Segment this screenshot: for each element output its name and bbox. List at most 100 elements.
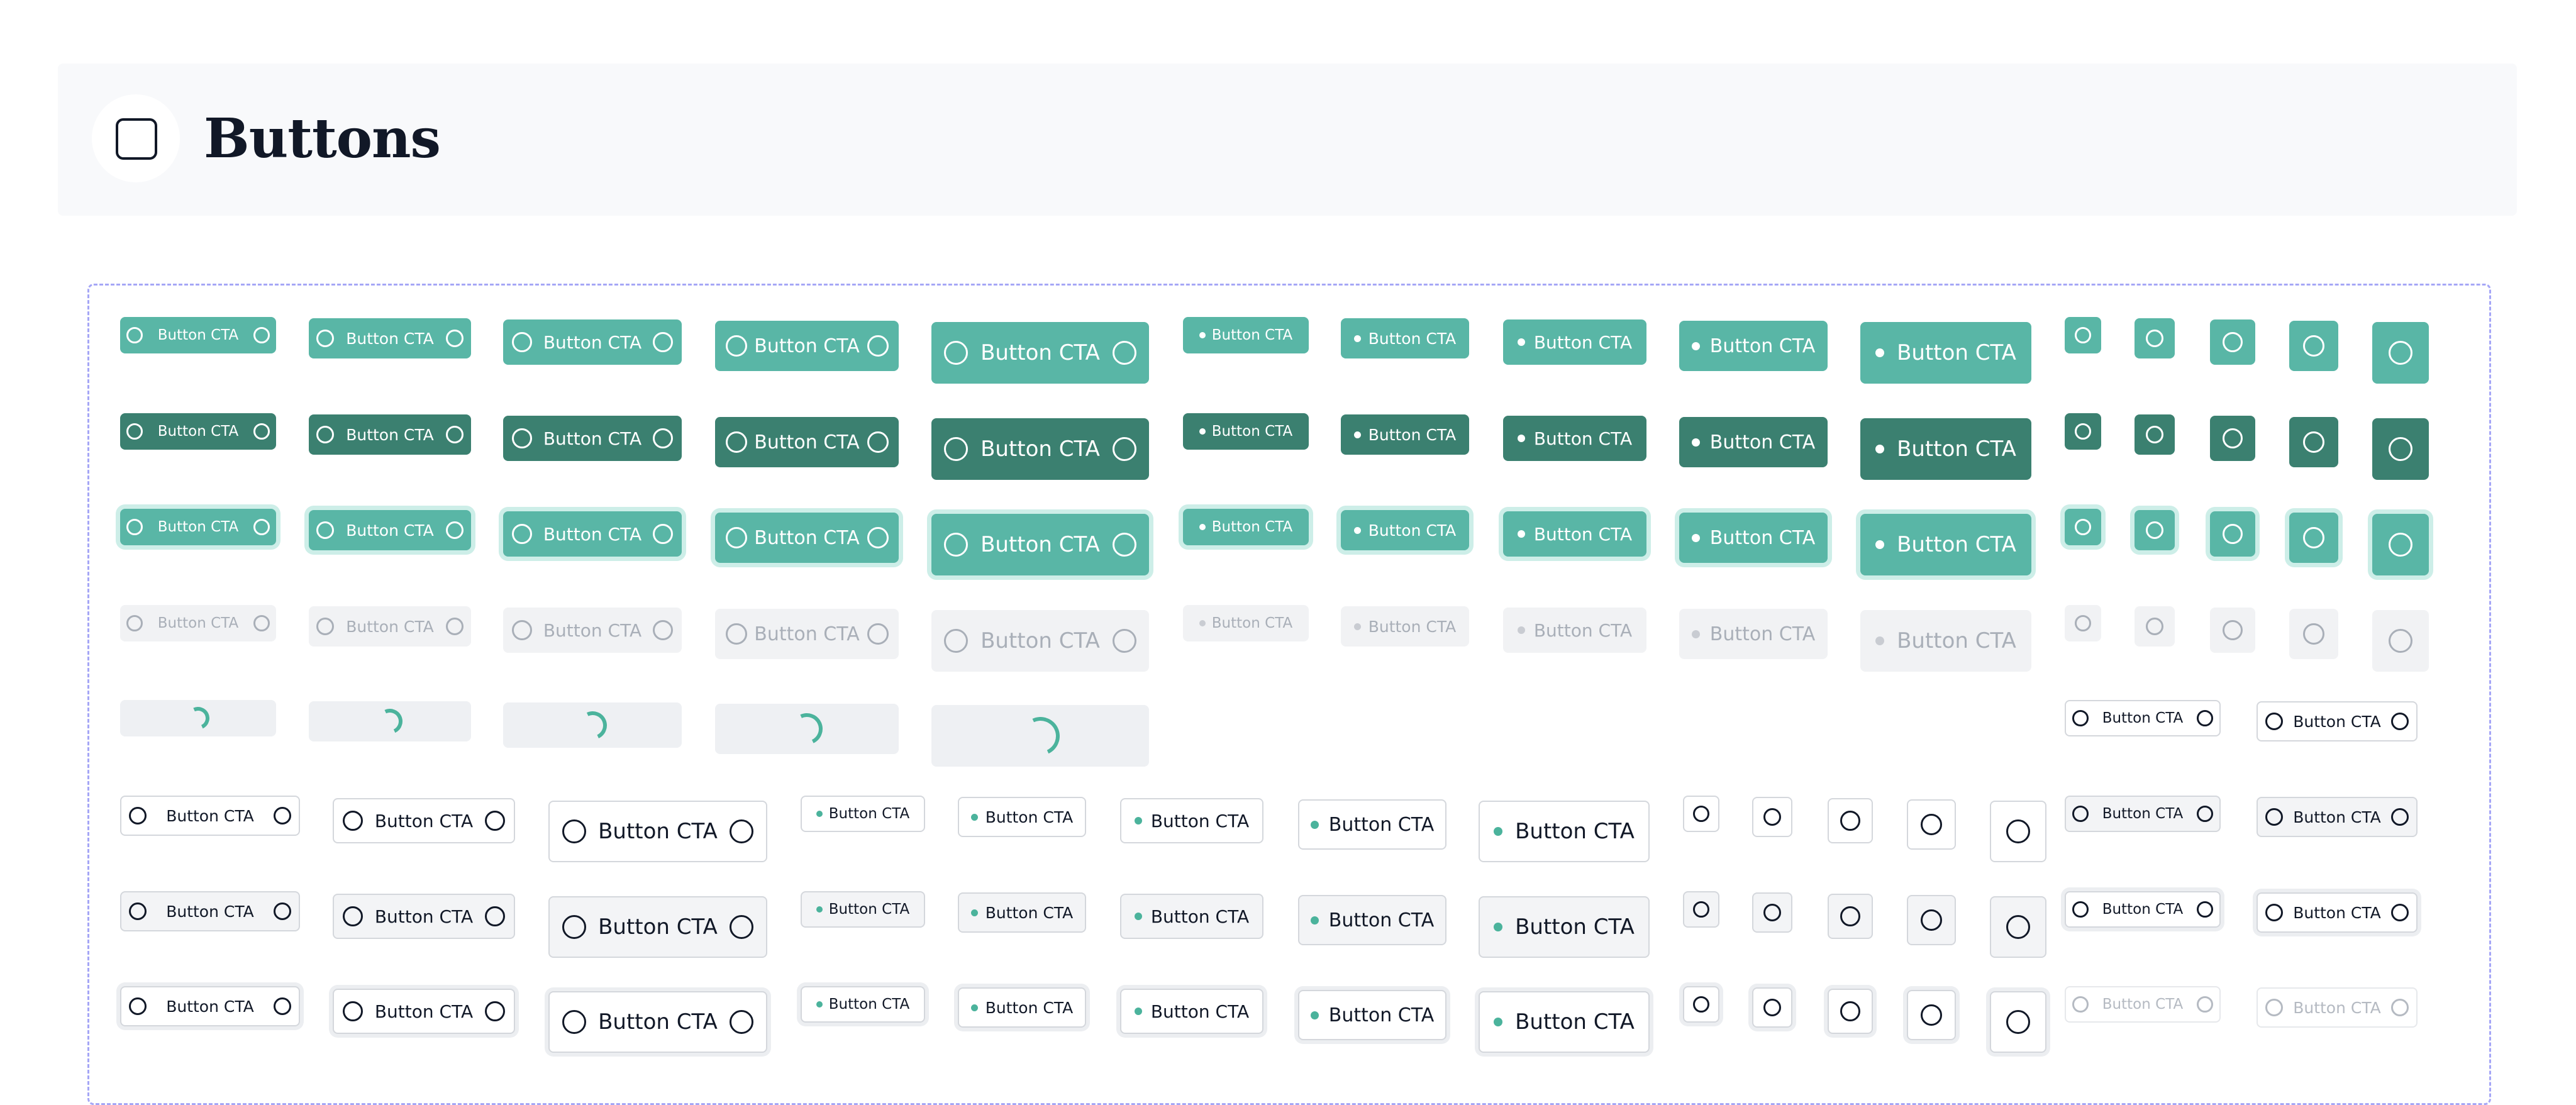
button-cta-primary-hover-xs[interactable]: Button CTA	[120, 413, 276, 450]
icon-only-button-outline-sm[interactable]	[1752, 797, 1792, 837]
button-cta-primary-sm[interactable]: Button CTA	[309, 318, 471, 358]
button-cta-outline-hover-lg[interactable]: Button CTA	[1298, 895, 1446, 945]
button-cta-primary-sm[interactable]: Button CTA	[1341, 318, 1469, 358]
button-cta-primary-hover-xs[interactable]: Button CTA	[1183, 413, 1309, 450]
button-cta-primary-lg[interactable]: Button CTA	[715, 321, 899, 371]
icon-only-button-outline-focus-xs[interactable]	[1683, 986, 1719, 1023]
icon-only-button-primary-focus-lg[interactable]	[2289, 513, 2338, 563]
button-cta-primary-xs[interactable]: Button CTA	[1183, 317, 1309, 353]
button-cta-outline-xl[interactable]: Button CTA	[548, 801, 767, 862]
button-cta-primary-hover-xl[interactable]: Button CTA	[1860, 418, 2031, 480]
button-cta-outline-md[interactable]: Button CTA	[333, 798, 515, 843]
button-cta-outline-focus-xs[interactable]: Button CTA	[801, 986, 925, 1023]
button-cta-outline-md[interactable]: Button CTA	[1120, 798, 1263, 843]
circle-icon	[2389, 533, 2412, 557]
button-cta-outline-hover-sm[interactable]: Button CTA	[958, 892, 1086, 933]
button-cta-primary-focus-sm[interactable]: Button CTA	[309, 510, 471, 550]
button-cta-outline-focus-xs[interactable]: Button CTA	[2065, 891, 2221, 928]
button-cta-primary-loading-xl[interactable]	[931, 705, 1149, 767]
button-cta-primary-hover-md[interactable]: Button CTA	[503, 416, 682, 461]
icon-only-button-outline-hover-sm[interactable]	[1752, 892, 1792, 933]
icon-only-button-primary-focus-xs[interactable]	[2065, 509, 2101, 545]
button-cta-primary-focus-lg[interactable]: Button CTA	[1679, 513, 1828, 563]
button-cta-primary-xl[interactable]: Button CTA	[1860, 322, 2031, 384]
button-cta-primary-focus-xs[interactable]: Button CTA	[120, 509, 276, 545]
button-cta-outline-focus-lg[interactable]: Button CTA	[1298, 990, 1446, 1040]
icon-only-button-primary-hover-lg[interactable]	[2289, 417, 2338, 467]
icon-only-button-primary-sm[interactable]	[2135, 318, 2175, 358]
circle-icon	[2197, 901, 2214, 918]
button-cta-outline-focus-sm[interactable]: Button CTA	[2257, 892, 2418, 933]
icon-only-button-primary-lg[interactable]	[2289, 321, 2338, 371]
button-cta-primary-focus-sm[interactable]: Button CTA	[1341, 510, 1469, 550]
button-cta-primary-hover-sm[interactable]: Button CTA	[309, 414, 471, 455]
button-cta-primary-loading-lg[interactable]	[715, 704, 899, 754]
button-cta-primary-focus-xs[interactable]: Button CTA	[1183, 509, 1309, 545]
button-cta-primary-focus-lg[interactable]: Button CTA	[715, 513, 899, 563]
button-cta-outline-hover-md[interactable]: Button CTA	[333, 894, 515, 939]
icon-only-button-outline-hover-xl[interactable]	[1990, 896, 2046, 958]
button-cta-outline-hover-xs[interactable]: Button CTA	[801, 891, 925, 928]
button-cta-primary-xl[interactable]: Button CTA	[931, 322, 1149, 384]
button-cta-primary-xs[interactable]: Button CTA	[120, 317, 276, 353]
button-cta-outline-xs[interactable]: Button CTA	[2065, 700, 2221, 736]
button-cta-primary-hover-lg[interactable]: Button CTA	[715, 417, 899, 467]
icon-only-button-primary-xs[interactable]	[2065, 317, 2101, 353]
button-cta-primary-disabled-md: Button CTA	[503, 608, 682, 653]
button-cta-primary-focus-md[interactable]: Button CTA	[503, 511, 682, 557]
button-cta-primary-md[interactable]: Button CTA	[1503, 319, 1646, 365]
button-cta-outline-focus-xl[interactable]: Button CTA	[548, 991, 767, 1053]
button-cta-primary-lg[interactable]: Button CTA	[1679, 321, 1828, 371]
button-cta-primary-focus-xl[interactable]: Button CTA	[1860, 514, 2031, 575]
icon-only-button-primary-hover-sm[interactable]	[2135, 414, 2175, 455]
button-cta-primary-hover-xl[interactable]: Button CTA	[931, 418, 1149, 480]
button-cta-outline-hover-xl[interactable]: Button CTA	[548, 896, 767, 958]
button-cta-outline-sm[interactable]: Button CTA	[120, 796, 300, 836]
icon-only-button-primary-xl[interactable]	[2372, 322, 2429, 384]
icon-only-button-outline-hover-md[interactable]	[1828, 894, 1873, 939]
button-cta-primary-focus-xl[interactable]: Button CTA	[931, 514, 1149, 575]
button-cta-outline-hover-xl[interactable]: Button CTA	[1479, 896, 1650, 958]
icon-only-button-outline-hover-xs[interactable]	[1683, 891, 1719, 928]
button-cta-primary-hover-md[interactable]: Button CTA	[1503, 416, 1646, 461]
button-cta-outline-hover-md[interactable]: Button CTA	[1120, 894, 1263, 939]
button-cta-outline-focus-sm[interactable]: Button CTA	[958, 987, 1086, 1028]
button-cta-outline-focus-xl[interactable]: Button CTA	[1479, 991, 1650, 1053]
icon-only-button-primary-focus-md[interactable]	[2210, 511, 2255, 557]
button-cta-outline-lg[interactable]: Button CTA	[1298, 799, 1446, 850]
button-cta-outline-xs[interactable]: Button CTA	[801, 796, 925, 832]
icon-only-button-primary-focus-sm[interactable]	[2135, 510, 2175, 550]
button-cta-primary-hover-sm[interactable]: Button CTA	[1341, 414, 1469, 455]
icon-only-button-outline-xl[interactable]	[1990, 801, 2046, 862]
button-cta-outline-sm[interactable]: Button CTA	[2257, 701, 2418, 741]
circle-icon	[273, 902, 291, 920]
icon-only-button-primary-hover-md[interactable]	[2210, 416, 2255, 461]
button-cta-outline-sm[interactable]: Button CTA	[958, 797, 1086, 837]
icon-only-button-outline-focus-lg[interactable]	[1907, 990, 1956, 1040]
button-cta-outline-hover-sm[interactable]: Button CTA	[2257, 797, 2418, 837]
button-cta-primary-loading-sm[interactable]	[309, 701, 471, 741]
icon-only-button-outline-focus-md[interactable]	[1828, 989, 1873, 1034]
icon-only-button-outline-xs[interactable]	[1683, 796, 1719, 832]
icon-only-button-outline-lg[interactable]	[1907, 799, 1956, 850]
button-cta-outline-hover-xs[interactable]: Button CTA	[2065, 796, 2221, 832]
button-cta-primary-md[interactable]: Button CTA	[503, 319, 682, 365]
icon-only-button-primary-md[interactable]	[2210, 319, 2255, 365]
icon-only-button-outline-md[interactable]	[1828, 798, 1873, 843]
button-cta-primary-loading-xs[interactable]	[120, 700, 276, 736]
icon-only-button-outline-focus-sm[interactable]	[1752, 987, 1792, 1028]
button-cta-outline-xl[interactable]: Button CTA	[1479, 801, 1650, 862]
button-cta-outline-focus-sm[interactable]: Button CTA	[120, 986, 300, 1026]
button-cta-outline-focus-md[interactable]: Button CTA	[1120, 989, 1263, 1034]
icon-only-button-primary-focus-xl[interactable]	[2372, 514, 2429, 575]
icon-only-button-outline-focus-xl[interactable]	[1990, 991, 2046, 1053]
circle-icon	[2146, 330, 2163, 347]
button-cta-primary-focus-md[interactable]: Button CTA	[1503, 511, 1646, 557]
icon-only-button-outline-hover-lg[interactable]	[1907, 895, 1956, 945]
button-cta-outline-focus-md[interactable]: Button CTA	[333, 989, 515, 1034]
button-cta-outline-hover-sm[interactable]: Button CTA	[120, 891, 300, 931]
icon-only-button-primary-hover-xl[interactable]	[2372, 418, 2429, 480]
button-cta-primary-hover-lg[interactable]: Button CTA	[1679, 417, 1828, 467]
icon-only-button-primary-hover-xs[interactable]	[2065, 413, 2101, 450]
button-cta-primary-loading-md[interactable]	[503, 702, 682, 748]
